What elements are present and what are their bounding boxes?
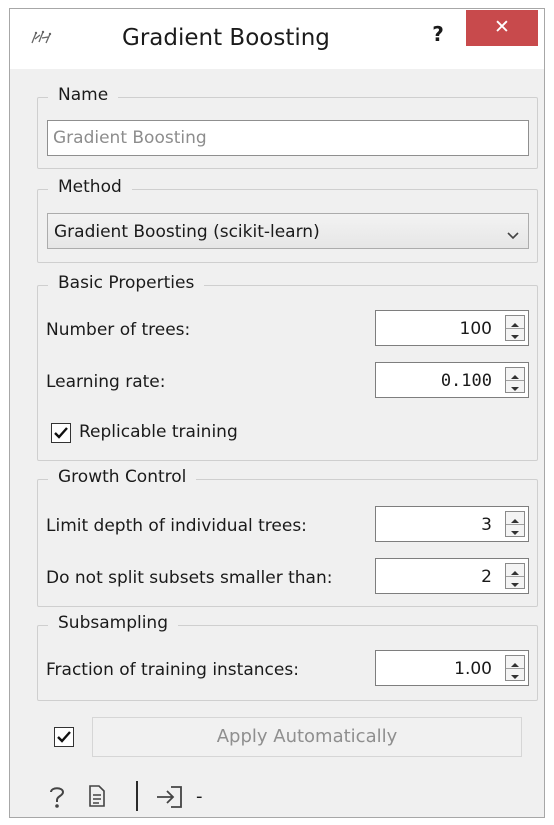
- growth-control-label: Growth Control: [48, 467, 197, 487]
- apply-automatically-button[interactable]: Apply Automatically: [92, 717, 522, 757]
- close-button[interactable]: ✕: [466, 10, 538, 46]
- gradient-boosting-app-icon: [30, 29, 54, 47]
- min-split-label: Do not split subsets smaller than:: [46, 568, 333, 588]
- fraction-stepper[interactable]: [505, 655, 525, 681]
- name-input[interactable]: [47, 120, 529, 156]
- window-title: Gradient Boosting: [122, 25, 330, 51]
- trees-stepper[interactable]: [505, 315, 525, 341]
- depth-stepper[interactable]: [505, 511, 525, 537]
- method-group-label: Method: [48, 177, 132, 197]
- spin-down-icon[interactable]: [506, 328, 524, 340]
- subsampling-label: Subsampling: [48, 613, 178, 633]
- footer-divider: [136, 781, 138, 811]
- min-split-spinbox[interactable]: 2: [375, 558, 529, 594]
- trees-spinbox[interactable]: 100: [375, 310, 529, 346]
- learning-rate-label: Learning rate:: [46, 372, 166, 392]
- trees-label: Number of trees:: [46, 320, 191, 340]
- learning-rate-value: 0.100: [440, 371, 492, 391]
- title-bar: Gradient Boosting ? ✕: [10, 9, 544, 69]
- depth-value: 3: [481, 515, 492, 535]
- help-icon[interactable]: [46, 784, 68, 814]
- min-split-stepper[interactable]: [505, 563, 525, 589]
- spin-down-icon[interactable]: [506, 524, 524, 536]
- replicable-label: Replicable training: [79, 422, 238, 442]
- report-icon[interactable]: [87, 784, 107, 812]
- learning-rate-spinbox[interactable]: 0.100: [375, 362, 529, 398]
- fraction-value: 1.00: [454, 659, 492, 679]
- fraction-label: Fraction of training instances:: [46, 660, 299, 680]
- output-summary: -: [196, 786, 203, 807]
- growth-control-group: Growth Control Limit depth of individual…: [37, 467, 538, 607]
- subsampling-group: Subsampling Fraction of training instanc…: [37, 613, 538, 701]
- auto-apply-checkbox[interactable]: [54, 727, 74, 747]
- name-group: Name: [37, 85, 538, 169]
- chevron-down-icon: [506, 226, 520, 240]
- basic-properties-label: Basic Properties: [48, 273, 205, 293]
- help-question-button[interactable]: ?: [426, 19, 450, 49]
- method-select[interactable]: Gradient Boosting (scikit-learn): [47, 213, 529, 249]
- widget-window: Gradient Boosting ? ✕ Name Method Gradie…: [9, 8, 545, 818]
- method-selected-value: Gradient Boosting (scikit-learn): [54, 222, 320, 242]
- learning-rate-stepper[interactable]: [505, 367, 525, 393]
- trees-value: 100: [459, 319, 492, 339]
- depth-label: Limit depth of individual trees:: [46, 516, 307, 536]
- basic-properties-group: Basic Properties Number of trees: 100 Le…: [37, 273, 538, 461]
- method-group: Method Gradient Boosting (scikit-learn): [37, 177, 538, 263]
- spin-down-icon[interactable]: [506, 380, 524, 392]
- spin-down-icon[interactable]: [506, 668, 524, 680]
- depth-spinbox[interactable]: 3: [375, 506, 529, 542]
- replicable-checkbox[interactable]: [51, 423, 71, 443]
- min-split-value: 2: [481, 567, 492, 587]
- spin-down-icon[interactable]: [506, 576, 524, 588]
- fraction-spinbox[interactable]: 1.00: [375, 650, 529, 686]
- name-group-label: Name: [48, 85, 119, 105]
- input-icon[interactable]: [155, 784, 185, 814]
